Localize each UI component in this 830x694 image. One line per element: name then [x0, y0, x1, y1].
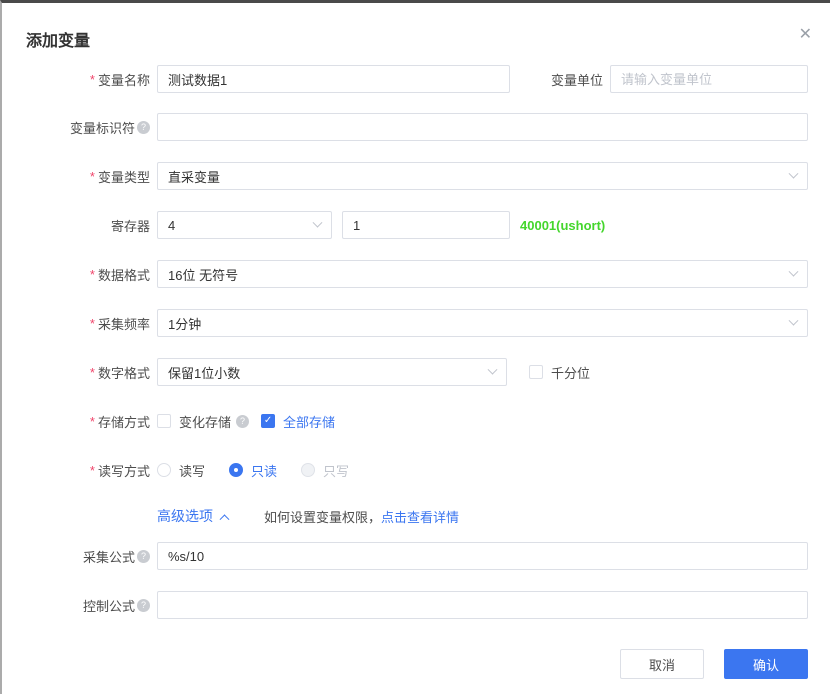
label-text: 变量类型 [98, 167, 150, 186]
collect-formula-label: 采集公式 ? [2, 547, 157, 566]
chevron-up-icon [220, 514, 230, 524]
label-text: 采集频率 [98, 314, 150, 333]
variable-type-select[interactable]: 直采变量 [157, 162, 808, 190]
advanced-options-link[interactable]: 高级选项 [157, 506, 228, 526]
row-frequency: * 采集频率 1分钟 [2, 309, 808, 337]
row-storage: * 存储方式 变化存储 ? ✓ 全部存储 [2, 407, 808, 435]
advanced-hint: 如何设置变量权限，点击查看详情 [264, 507, 459, 526]
required-mark: * [90, 267, 95, 282]
dialog-footer: 取消 确认 [2, 649, 808, 679]
register-label: 寄存器 [2, 216, 157, 235]
chevron-down-icon [789, 266, 799, 276]
row-read-write: * 读写方式 读写 只读 只写 [2, 456, 808, 484]
register-type-select[interactable]: 4 [157, 211, 332, 239]
label-text: 数据格式 [98, 265, 150, 284]
thousands-checkbox[interactable] [529, 365, 543, 379]
label-text: 变量单位 [551, 70, 603, 89]
identifier-label: 变量标识符 ? [2, 118, 157, 137]
read-write-label: * 读写方式 [2, 461, 157, 480]
row-control-formula: 控制公式 ? [2, 591, 808, 619]
change-storage-checkbox[interactable] [157, 414, 171, 428]
thousands-label: 千分位 [551, 363, 590, 382]
label-text: 控制公式 [83, 596, 135, 615]
required-mark: * [90, 365, 95, 380]
label-text: 存储方式 [98, 412, 150, 431]
write-only-radio[interactable] [301, 463, 315, 477]
required-mark: * [90, 316, 95, 331]
required-mark: * [90, 72, 95, 87]
help-icon[interactable]: ? [236, 415, 249, 428]
number-format-label: * 数字格式 [2, 363, 157, 382]
control-formula-label: 控制公式 ? [2, 596, 157, 615]
label-text: 采集公式 [83, 547, 135, 566]
row-collect-formula: 采集公式 ? [2, 542, 808, 570]
row-identifier: 变量标识符 ? [2, 113, 808, 141]
select-value: 4 [168, 218, 175, 233]
row-data-format: * 数据格式 16位 无符号 [2, 260, 808, 288]
add-variable-dialog: 添加变量 ✕ * 变量名称 变量单位 变量标识符 ? * 变量类型 直采变量 [0, 0, 830, 694]
variable-name-label: * 变量名称 [2, 70, 157, 89]
row-advanced: 高级选项 如何设置变量权限，点击查看详情 [2, 505, 808, 527]
read-only-option-label: 只读 [251, 461, 277, 480]
variable-type-label: * 变量类型 [2, 167, 157, 186]
all-storage-label: 全部存储 [283, 412, 335, 431]
row-variable-type: * 变量类型 直采变量 [2, 162, 808, 190]
data-format-select[interactable]: 16位 无符号 [157, 260, 808, 288]
row-variable-name: * 变量名称 变量单位 [2, 65, 808, 93]
help-icon[interactable]: ? [137, 121, 150, 134]
frequency-label: * 采集频率 [2, 314, 157, 333]
dialog-title: 添加变量 [26, 27, 90, 51]
chevron-down-icon [488, 364, 498, 374]
collect-formula-input[interactable] [157, 542, 808, 570]
identifier-input[interactable] [157, 113, 808, 141]
chevron-down-icon [313, 217, 323, 227]
label-text: 数字格式 [98, 363, 150, 382]
help-icon[interactable]: ? [137, 599, 150, 612]
write-only-option-label: 只写 [323, 461, 349, 480]
register-address-hint: 40001(ushort) [520, 218, 605, 233]
chevron-down-icon [789, 168, 799, 178]
change-storage-label: 变化存储 [179, 412, 231, 431]
storage-label: * 存储方式 [2, 412, 157, 431]
row-register: 寄存器 4 40001(ushort) [2, 211, 808, 239]
variable-name-input[interactable] [157, 65, 510, 93]
check-icon: ✓ [264, 416, 272, 426]
label-text: 变量标识符 [70, 118, 135, 137]
row-number-format: * 数字格式 保留1位小数 千分位 [2, 358, 808, 386]
data-format-label: * 数据格式 [2, 265, 157, 284]
hint-text: 如何设置变量权限， [264, 510, 381, 525]
number-format-select[interactable]: 保留1位小数 [157, 358, 507, 386]
all-storage-checkbox[interactable]: ✓ [261, 414, 275, 428]
confirm-button[interactable]: 确认 [724, 649, 808, 679]
label-text: 寄存器 [111, 216, 150, 235]
read-write-radio[interactable] [157, 463, 171, 477]
frequency-select[interactable]: 1分钟 [157, 309, 808, 337]
cancel-button[interactable]: 取消 [620, 649, 704, 679]
help-icon[interactable]: ? [137, 550, 150, 563]
select-value: 直采变量 [168, 167, 220, 186]
label-text: 变量名称 [98, 70, 150, 89]
register-address-input[interactable] [342, 211, 510, 239]
required-mark: * [90, 463, 95, 478]
select-value: 1分钟 [168, 314, 201, 333]
select-value: 16位 无符号 [168, 265, 238, 284]
label-text: 读写方式 [98, 461, 150, 480]
chevron-down-icon [789, 315, 799, 325]
required-mark: * [90, 414, 95, 429]
advanced-options-text: 高级选项 [157, 506, 213, 526]
close-icon[interactable]: ✕ [799, 27, 812, 43]
view-details-link[interactable]: 点击查看详情 [381, 510, 459, 525]
variable-unit-input[interactable] [610, 65, 808, 93]
variable-unit-label: 变量单位 [510, 70, 610, 89]
read-write-option-label: 读写 [179, 461, 205, 480]
control-formula-input[interactable] [157, 591, 808, 619]
select-value: 保留1位小数 [168, 363, 240, 382]
required-mark: * [90, 169, 95, 184]
read-only-radio[interactable] [229, 463, 243, 477]
